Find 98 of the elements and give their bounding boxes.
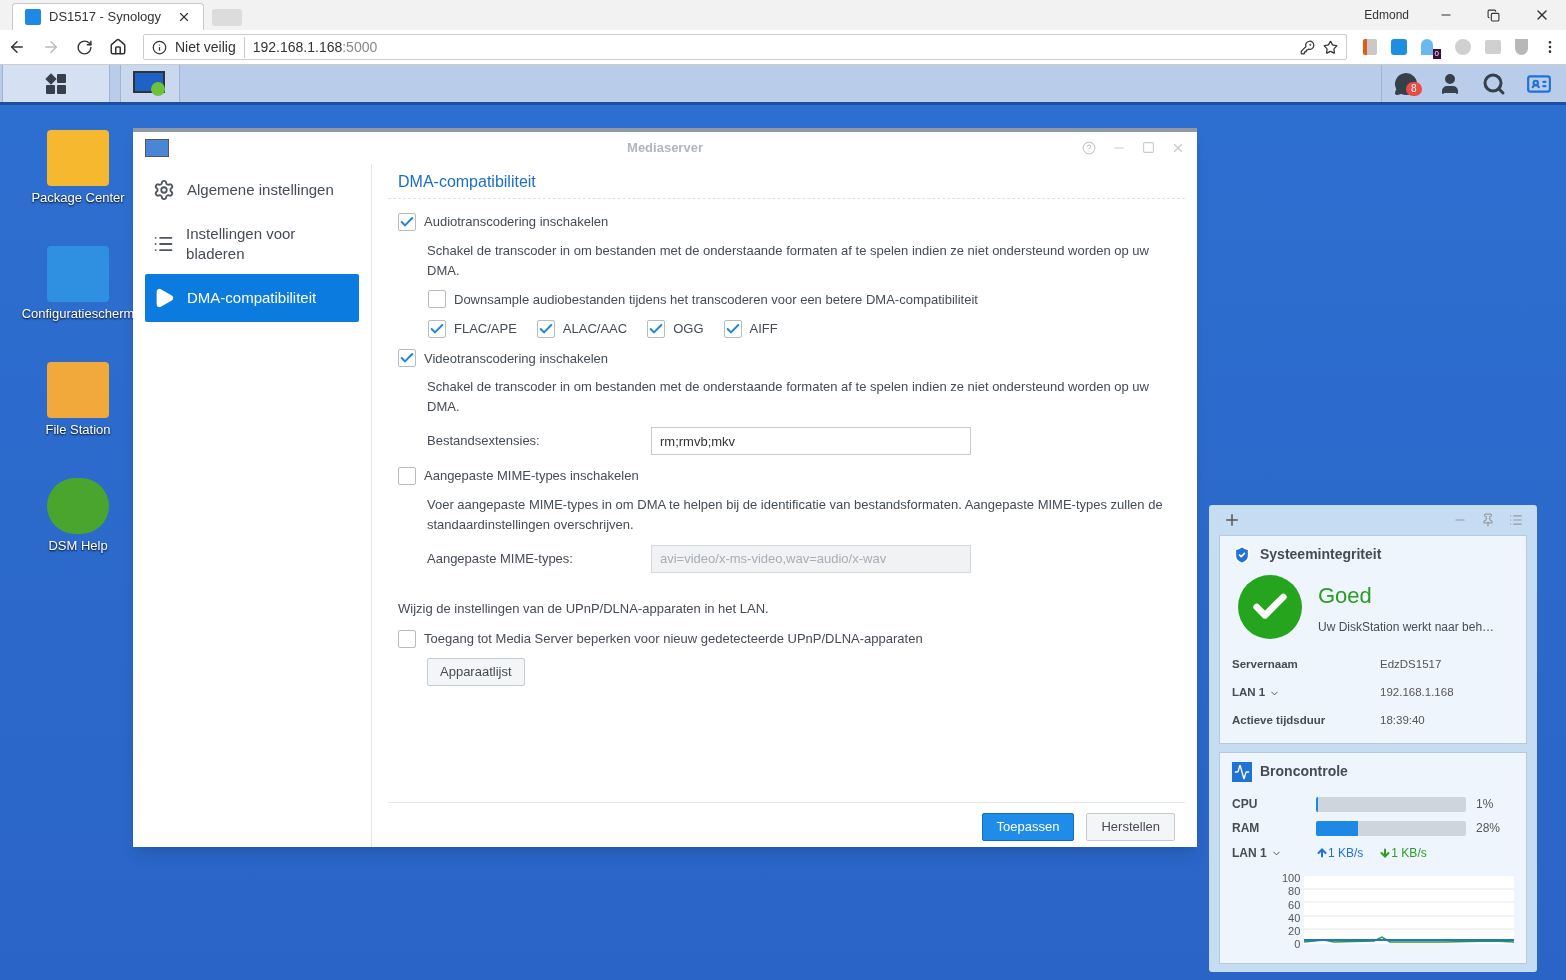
close-icon[interactable] [177, 10, 191, 24]
checkbox[interactable] [398, 629, 416, 648]
sidebar-icon [153, 179, 175, 201]
reload-icon[interactable] [76, 38, 93, 56]
forward-icon[interactable] [42, 38, 60, 56]
up-arrow-icon [1316, 847, 1328, 859]
description-text: Schakel de transcoder in om bestanden met de onderstaande formaten af te spelen indien ze niet ondersteund worden op uw DMA. [426, 241, 1150, 280]
axis-label: 80 [1288, 885, 1301, 899]
info-icon [152, 39, 167, 55]
info-value: 18:39:40 [1380, 713, 1425, 729]
browser-tab[interactable]: DS1517 - Synology [12, 3, 204, 30]
down-arrow-icon [1379, 847, 1392, 859]
info-label[interactable]: LAN 1 [1232, 684, 1380, 702]
axis-label: 0 [1294, 938, 1301, 952]
maximize-icon[interactable] [1142, 141, 1155, 154]
sidebar-item[interactable]: Instellingen voor bladeren [145, 218, 359, 270]
checkbox[interactable] [647, 319, 666, 338]
sidebar-item[interactable]: DMA-compatibiliteit [145, 274, 359, 322]
profile-name[interactable]: Edmond [1364, 6, 1409, 24]
shield-info-icon [1232, 544, 1252, 565]
checkbox-label: Toegang tot Media Server beperken voor nieuw gedetecteerde UPnP/DLNA-apparaten [424, 630, 923, 648]
info-value: EdzDS1517 [1380, 657, 1442, 673]
checkbox[interactable] [723, 319, 742, 338]
film-icon [145, 139, 169, 157]
section-heading: DMA-compatibiliteit [388, 164, 1185, 199]
info-value: 192.168.1.168 [1380, 685, 1454, 701]
download-rate: 1 KB/s [1379, 844, 1427, 862]
reset-button[interactable]: Herstellen [1086, 813, 1175, 841]
back-icon[interactable] [8, 38, 26, 56]
window-title: Mediaserver [627, 139, 703, 158]
main-menu-button[interactable] [2, 65, 110, 102]
film-icon [133, 70, 167, 97]
info-label: Servernaam [1232, 657, 1299, 673]
pin-icon[interactable] [1481, 513, 1495, 527]
help-icon[interactable] [1082, 141, 1096, 155]
upload-rate: 1 KB/s [1316, 844, 1364, 862]
checkbox[interactable] [398, 349, 416, 368]
app-label[interactable]: Package Center [31, 190, 125, 206]
card-title: Systeemintegriteit [1260, 545, 1382, 564]
ghost-extension-icon[interactable] [1420, 39, 1433, 55]
health-message: Uw DiskStation werkt naar beh… [1318, 618, 1495, 636]
checkbox-label: Downsample audiobestanden tijdens het transcoderen voor een betere DMA-compatibiliteit [454, 290, 978, 309]
url-text: 192.168.1.168:5000 [252, 37, 379, 57]
health-status: Goed [1318, 581, 1373, 610]
home-icon[interactable] [109, 38, 127, 56]
card-title: Broncontrole [1260, 762, 1348, 781]
checkbox[interactable] [398, 466, 416, 485]
extension-badge: 0 [1432, 49, 1441, 59]
checkbox-label: Videotranscodering inschakelen [424, 349, 609, 368]
dsm-logo-icon [25, 9, 41, 25]
apply-button[interactable]: Toepassen [981, 813, 1075, 841]
checkbox-label: AIFF [749, 320, 778, 338]
security-label: Niet veilig [175, 36, 245, 58]
pulse-icon [1232, 761, 1252, 782]
media-server-taskbar-button[interactable] [120, 65, 180, 102]
app-label[interactable]: Configuratiescherm [21, 306, 135, 322]
extension-icon[interactable] [1362, 39, 1377, 55]
checkbox-label: OGG [673, 320, 704, 338]
search-icon[interactable] [1482, 71, 1506, 96]
checkbox[interactable] [398, 212, 416, 231]
app-icon[interactable] [47, 478, 109, 534]
checkbox[interactable] [428, 319, 446, 338]
description-text: Schakel de transcoder in om bestanden met de onderstaande formaten af te spelen indien ze niet ondersteund worden op uw DMA. [426, 378, 1150, 416]
axis-label: 20 [1288, 925, 1301, 939]
meter-label: RAM [1232, 820, 1261, 837]
meter-label: CPU [1232, 796, 1259, 813]
address-bar[interactable]: Niet veilig 192.168.1.168:5000 [143, 34, 1347, 60]
input-field[interactable]: rm;rmvb;mkv [651, 427, 971, 455]
meter-reading: 28% [1476, 820, 1501, 837]
field-label: Bestandsextensies: [427, 432, 541, 451]
field-label: Aangepaste MIME-types: [427, 549, 574, 568]
device-list-button[interactable]: Apparaatlijst [427, 657, 525, 686]
checkbox-label: FLAC/APE [454, 320, 517, 338]
checkbox-label: ALAC/AAC [562, 320, 628, 338]
meter-reading: 1% [1476, 796, 1494, 813]
tab-title: DS1517 - Synology [49, 8, 162, 27]
axis-label: 40 [1288, 911, 1301, 926]
checkbox[interactable] [536, 319, 555, 338]
checkbox[interactable] [428, 290, 446, 309]
description-text: Voer aangepaste MIME-types in om DMA te helpen bij de identificatie van bestandsformaten. Aangepaste MIME-types zullen de standaardinstellingen overschrijven. [426, 495, 1164, 534]
shield-icon[interactable] [1515, 39, 1528, 55]
app-label[interactable]: File Station [45, 422, 111, 438]
collapse-icon[interactable] [1509, 513, 1523, 527]
sidebar-item[interactable]: Algemene instellingen [145, 166, 359, 214]
info-label: Actieve tijdsduur [1232, 713, 1327, 729]
note-text: Wijzig de instellingen van de UPnP/DLNA-apparaten in het LAN. [397, 599, 770, 618]
checkbox-label: Audiotranscodering inschakelen [424, 213, 609, 231]
axis-label: 100 [1282, 872, 1301, 886]
axis-label: 60 [1288, 898, 1301, 912]
bookmark-star-icon[interactable] [1322, 39, 1338, 55]
restore-icon[interactable] [1487, 8, 1500, 22]
network-label[interactable]: LAN 1 [1232, 844, 1316, 862]
grid-icon [45, 72, 67, 95]
key-icon[interactable] [1299, 39, 1315, 55]
app-label[interactable]: DSM Help [48, 538, 108, 554]
add-icon[interactable] [1223, 511, 1241, 529]
extension-icon[interactable] [1390, 39, 1407, 55]
checkbox-label: Aangepaste MIME-types inschakelen [424, 467, 639, 485]
